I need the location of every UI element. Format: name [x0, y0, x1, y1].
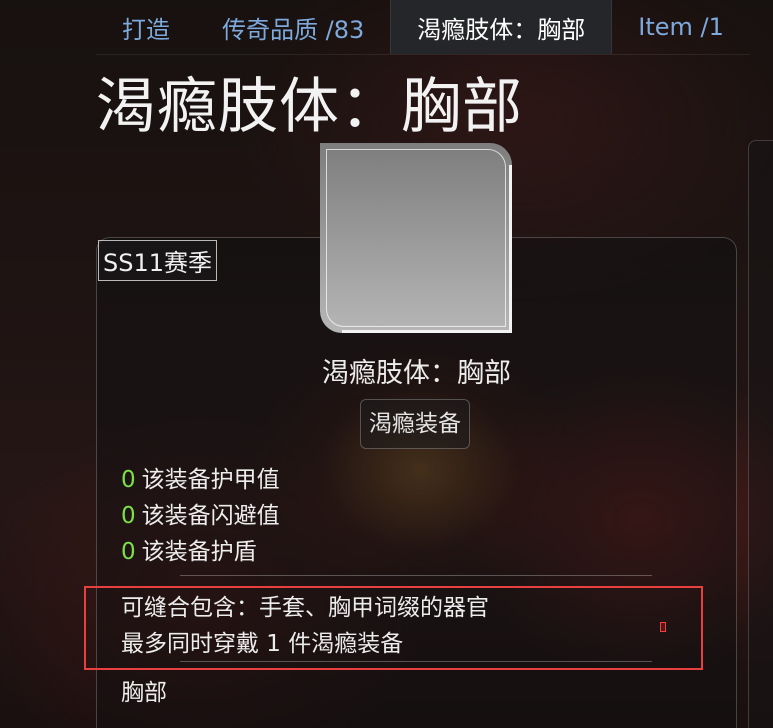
stat-label: 该装备护甲值 [141, 467, 280, 493]
tab-current-item[interactable]: 渴瘾肢体：胸部 [390, 0, 613, 54]
item-image-edge [342, 330, 512, 333]
stat-row: 0 该装备闪避值 [121, 498, 280, 534]
season-badge: SS11赛季 [98, 240, 218, 281]
slot-label: 胸部 [121, 680, 167, 706]
tab-bar: 打造 传奇品质 /83 渴瘾肢体：胸部 Item /1 [96, 0, 750, 55]
stat-value: 0 [121, 503, 136, 529]
highlight-marker [660, 622, 666, 632]
tab-legendary-quality[interactable]: 传奇品质 /83 [196, 0, 390, 54]
side-card-partial [748, 140, 773, 728]
stat-row: 0 该装备护盾 [121, 534, 280, 570]
stat-list: 0 该装备护甲值 0 该装备闪避值 0 该装备护盾 [121, 462, 280, 570]
stat-value: 0 [121, 539, 136, 565]
page-title: 渴瘾肢体：胸部 [96, 72, 523, 142]
sockets-text: 可缝合包含：手套、胸甲词缀的器官 [121, 595, 489, 621]
tab-item[interactable]: Item /1 [612, 0, 750, 54]
item-type-tag: 渴瘾装备 [360, 399, 470, 449]
item-image-edge [509, 165, 512, 333]
tab-crafting[interactable]: 打造 [96, 0, 196, 54]
divider [180, 575, 652, 576]
stat-label: 该装备护盾 [141, 539, 257, 565]
stat-value: 0 [121, 467, 136, 493]
item-image-frame [326, 149, 506, 327]
stat-label: 该装备闪避值 [141, 503, 280, 529]
item-name: 渴瘾肢体：胸部 [322, 358, 511, 389]
divider [180, 661, 652, 662]
stat-row: 0 该装备护甲值 [121, 462, 280, 498]
equip-limit-text: 最多同时穿戴 1 件渴瘾装备 [121, 631, 404, 657]
item-image [320, 143, 512, 333]
